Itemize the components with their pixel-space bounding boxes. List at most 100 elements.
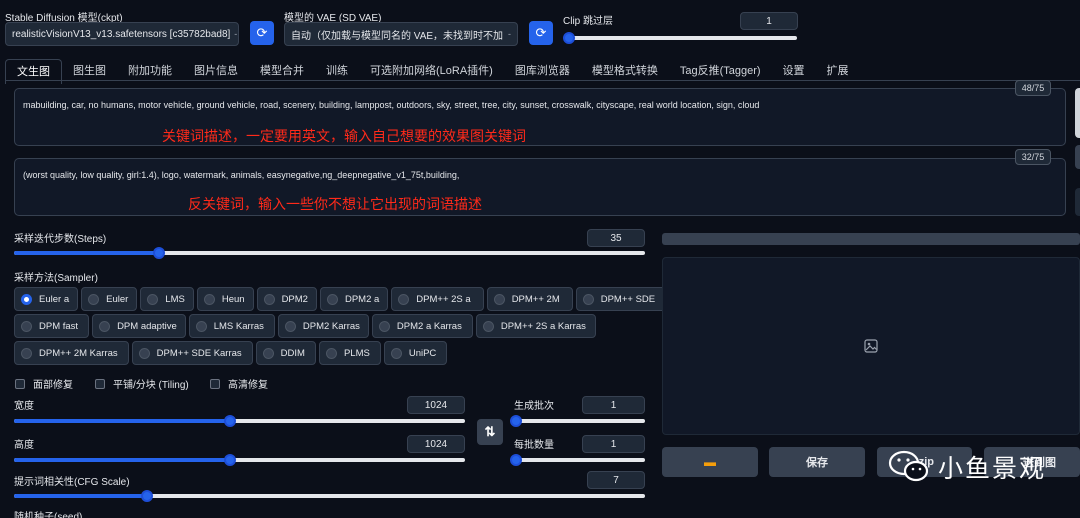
sampler-option[interactable]: LMS	[140, 287, 194, 311]
image-placeholder-icon	[864, 339, 878, 353]
styles-select-edge[interactable]	[1075, 188, 1080, 216]
sampler-option[interactable]: DPM2 a	[319, 287, 389, 311]
checkpoint-select[interactable]: realisticVisionV13_v13.safetensors [c357…	[5, 22, 239, 46]
sampler-option[interactable]: DPM2 a Karras	[371, 314, 473, 338]
sampler-option-label: DPM2	[281, 293, 308, 305]
sampler-option-label: DPM adaptive	[117, 320, 177, 332]
width-value[interactable]: 1024	[407, 396, 465, 414]
sampler-option[interactable]: DPM++ SDE Karras	[131, 341, 253, 365]
sampler-row-3: DPM++ 2M Karras DPM++ SDE Karras DDIM PL…	[14, 341, 450, 365]
sampler-option[interactable]: DPM fast	[14, 314, 90, 338]
radio-icon	[262, 347, 274, 359]
checkbox-icon	[15, 378, 25, 389]
sampler-option[interactable]: Heun	[196, 287, 254, 311]
cfg-value[interactable]: 7	[587, 471, 645, 489]
radio-icon	[398, 293, 410, 305]
sampler-option[interactable]: DPM adaptive	[92, 314, 186, 338]
radio-icon	[138, 347, 150, 359]
sampler-option[interactable]: DPM++ 2M	[486, 287, 573, 311]
slider-handle[interactable]	[563, 32, 575, 44]
batch-size-slider[interactable]	[510, 454, 645, 466]
radio-icon	[326, 293, 338, 305]
radio-icon	[582, 293, 594, 305]
progress-bar	[662, 233, 1080, 245]
radio-icon	[21, 347, 32, 359]
sampler-option[interactable]: DPM++ 2M Karras	[14, 341, 129, 365]
slider-handle[interactable]	[224, 454, 237, 466]
steps-value[interactable]: 35	[587, 229, 645, 247]
vae-select[interactable]: 自动（仅加载与模型同名的 VAE，未找到时不加 -	[284, 22, 518, 46]
swap-arrows-icon: ⇅	[484, 424, 496, 439]
refresh-icon: ⟳	[535, 25, 547, 40]
batch-count-value[interactable]: 1	[582, 396, 645, 414]
sampler-option[interactable]: LMS Karras	[188, 314, 275, 338]
sampler-option-label: UniPC	[408, 347, 437, 359]
slider-handle[interactable]	[153, 247, 166, 259]
batch-count-slider[interactable]	[510, 415, 645, 427]
save-button[interactable]: 保存	[769, 447, 865, 477]
radio-icon	[21, 320, 32, 332]
slider-handle[interactable]	[510, 454, 522, 466]
width-slider[interactable]	[14, 415, 465, 427]
radio-icon	[147, 293, 159, 305]
generate-button-edge[interactable]	[1075, 88, 1080, 138]
hires-fix-checkbox[interactable]: 高清修复	[210, 376, 268, 391]
radio-icon	[390, 347, 402, 359]
batch-count-label: 生成批次	[514, 401, 554, 412]
radio-icon	[203, 293, 215, 305]
batch-size-label: 每批数量	[514, 440, 554, 451]
checkbox-icon	[95, 378, 105, 389]
sampler-option[interactable]: Euler a	[14, 287, 79, 311]
width-label: 宽度	[14, 401, 34, 412]
refresh-vae-button[interactable]: ⟳	[529, 21, 553, 45]
chevron-down-icon: -	[508, 29, 511, 39]
tiling-checkbox[interactable]: 平铺/分块 (Tiling)	[95, 376, 189, 391]
swap-dimensions-button[interactable]: ⇅	[477, 419, 503, 445]
sampler-option[interactable]: DPM++ 2S a	[391, 287, 484, 311]
radio-icon	[284, 320, 296, 332]
slider-handle[interactable]	[510, 415, 522, 427]
batch-size-value[interactable]: 1	[582, 435, 645, 453]
face-restore-checkbox[interactable]: 面部修复	[15, 376, 73, 391]
checkbox-label: 面部修复	[33, 380, 73, 391]
sampler-option-label: Euler	[106, 293, 129, 305]
negative-token-counter: 32/75	[1015, 149, 1051, 165]
slider-fill	[14, 419, 231, 423]
height-value[interactable]: 1024	[407, 435, 465, 453]
slider-handle[interactable]	[224, 415, 237, 427]
chevron-down-icon: -	[234, 29, 238, 39]
refresh-checkpoint-button[interactable]: ⟳	[250, 21, 274, 45]
height-label: 高度	[14, 440, 34, 451]
negative-prompt-textarea[interactable]: (worst quality, low quality, girl:1.4), …	[14, 158, 1066, 216]
open-folder-button[interactable]: ▬	[662, 447, 758, 477]
sampler-option-label: LMS	[165, 293, 185, 305]
clip-value[interactable]: 1	[740, 12, 798, 30]
negative-prompt-text: (worst quality, low quality, girl:1.4), …	[23, 170, 460, 180]
cfg-slider[interactable]	[14, 490, 645, 502]
slider-fill	[14, 494, 147, 498]
slider-handle[interactable]	[140, 490, 153, 502]
sampler-option[interactable]: DPM2 Karras	[277, 314, 369, 338]
tool-button-edge[interactable]	[1075, 145, 1080, 169]
sampler-option[interactable]: PLMS	[318, 341, 381, 365]
output-image-area[interactable]	[662, 257, 1080, 435]
tab-divider	[5, 80, 1080, 81]
sampler-option-label: DPM++ 2M Karras	[39, 347, 118, 359]
steps-slider[interactable]	[14, 247, 645, 259]
clip-label: Clip 跳过层	[563, 16, 614, 27]
height-slider[interactable]	[14, 454, 465, 466]
negative-annotation: 反关键词，输入一些你不想让它出现的词语描述	[188, 197, 482, 213]
sampler-option[interactable]: DPM2	[256, 287, 317, 311]
sampler-option[interactable]: DPM++ 2S a Karras	[475, 314, 596, 338]
clip-slider[interactable]	[563, 32, 797, 44]
sampler-option-label: DPM++ 2M	[511, 293, 560, 305]
sampler-option[interactable]: DPM++ SDE	[575, 287, 667, 311]
radio-icon	[325, 347, 337, 359]
sampler-option-label: DPM2 a Karras	[396, 320, 462, 332]
radio-icon	[493, 293, 505, 305]
sampler-option[interactable]: UniPC	[383, 341, 448, 365]
radio-icon	[263, 293, 275, 305]
wechat-logo-icon	[888, 450, 929, 482]
sampler-option[interactable]: DDIM	[255, 341, 316, 365]
sampler-option[interactable]: Euler	[81, 287, 138, 311]
